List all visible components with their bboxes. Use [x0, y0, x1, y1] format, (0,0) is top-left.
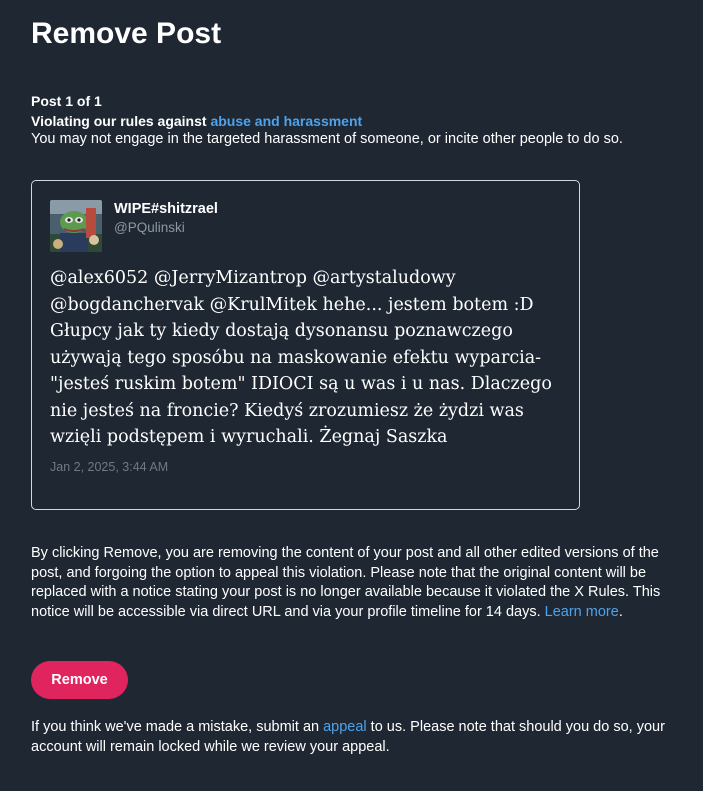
rule-description: You may not engage in the targeted haras… — [31, 131, 623, 147]
appeal-link[interactable]: appeal — [323, 719, 367, 735]
violation-prefix: Violating our rules against — [31, 113, 211, 129]
author-handle: @PQulinski — [114, 220, 185, 235]
remove-button[interactable]: Remove — [31, 661, 128, 699]
avatar[interactable] — [50, 200, 102, 252]
learn-more-link[interactable]: Learn more — [545, 604, 619, 620]
rule-link[interactable]: abuse and harassment — [210, 113, 362, 129]
page-title: Remove Post — [31, 17, 222, 50]
post-card: WIPE#shitzrael @PQulinski @alex6052 @Jer… — [31, 180, 580, 510]
removal-notice: By clicking Remove, you are removing the… — [31, 544, 676, 622]
post-text: @alex6052 @JerryMizantrop @artystaludowy… — [50, 268, 552, 447]
appeal-notice: If you think we've made a mistake, submi… — [31, 718, 676, 757]
profile-avatar-image — [50, 200, 102, 252]
post-timestamp: Jan 2, 2025, 3:44 AM — [50, 460, 169, 474]
violation-heading: Violating our rules against abuse and ha… — [31, 113, 362, 130]
post-count: Post 1 of 1 — [31, 93, 102, 109]
author-display-name: WIPE#shitzrael — [114, 201, 218, 217]
appeal-prefix: If you think we've made a mistake, submi… — [31, 719, 324, 735]
notice-suffix: . — [618, 603, 623, 620]
